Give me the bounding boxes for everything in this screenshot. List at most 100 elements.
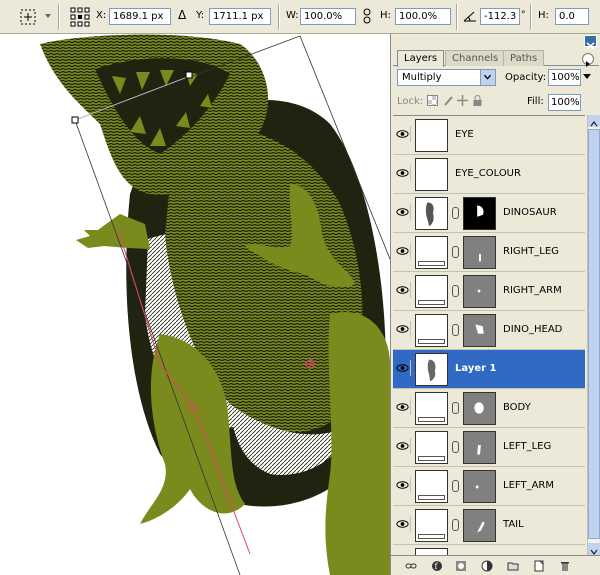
layer-name[interactable]: DINO_HEAD xyxy=(503,324,562,335)
layer-mask-thumbnail[interactable] xyxy=(463,197,496,230)
fill-field[interactable]: 100% xyxy=(548,94,581,111)
layer-list-scrollbar[interactable] xyxy=(587,115,600,555)
blend-mode-select[interactable]: Multiply xyxy=(397,69,496,86)
scroll-down-icon[interactable] xyxy=(588,543,600,555)
layer-row-partial[interactable] xyxy=(393,545,585,555)
visibility-eye-icon[interactable] xyxy=(395,516,411,532)
lock-transparency-icon[interactable] xyxy=(427,95,438,106)
visibility-eye-icon[interactable] xyxy=(395,165,411,181)
add-mask-icon[interactable] xyxy=(455,560,467,572)
link-icon[interactable] xyxy=(452,441,459,453)
link-icon[interactable] xyxy=(452,402,459,414)
layer-name[interactable]: Layer 1 xyxy=(455,363,496,374)
y-position-field[interactable]: 1711.1 px xyxy=(209,8,271,25)
visibility-eye-icon[interactable] xyxy=(395,399,411,415)
link-icon[interactable] xyxy=(452,519,459,531)
opacity-field[interactable]: 100% xyxy=(548,69,581,86)
x-position-field[interactable]: 1689.1 px xyxy=(109,8,171,25)
visibility-eye-icon[interactable] xyxy=(395,360,411,376)
link-icon[interactable] xyxy=(362,8,372,24)
layer-mask-thumbnail[interactable] xyxy=(463,470,496,503)
layer-style-icon[interactable]: f xyxy=(431,560,443,572)
delta-label[interactable]: Δ xyxy=(178,8,186,22)
visibility-eye-icon[interactable] xyxy=(395,438,411,454)
layer-row-eye-colour[interactable]: EYE_COLOUR xyxy=(393,155,585,194)
layer-thumbnail xyxy=(415,119,448,152)
skew-h-field[interactable]: 0.0 xyxy=(555,8,589,25)
visibility-eye-icon[interactable] xyxy=(395,126,411,142)
close-icon[interactable] xyxy=(584,35,597,50)
layer-name[interactable]: TAIL xyxy=(503,519,524,530)
layer-name[interactable]: RIGHT_ARM xyxy=(503,285,562,296)
y-label: Y: xyxy=(196,10,205,21)
layer-list: EYE EYE_COLOUR DINOSAUR RIGHT_LEG RIGHT_… xyxy=(393,115,585,555)
layer-mask-thumbnail[interactable] xyxy=(463,509,496,542)
opacity-label: Opacity: xyxy=(505,72,547,83)
chevron-down-icon[interactable] xyxy=(44,12,52,20)
panel-menu-icon[interactable] xyxy=(582,53,594,67)
layer-name[interactable]: EYE xyxy=(455,129,474,140)
reference-point-icon[interactable] xyxy=(70,7,90,27)
layer-row-left-leg[interactable]: LEFT_LEG xyxy=(393,428,585,467)
tab-layers[interactable]: Layers xyxy=(397,50,445,67)
opacity-dropdown-icon[interactable] xyxy=(583,74,591,79)
visibility-eye-icon[interactable] xyxy=(395,321,411,337)
width-scale-field[interactable]: 100.0% xyxy=(300,8,356,25)
layer-row-dinosaur[interactable]: DINOSAUR xyxy=(393,194,585,233)
tab-paths[interactable]: Paths xyxy=(503,50,545,66)
link-icon[interactable] xyxy=(452,324,459,336)
lock-all-icon[interactable] xyxy=(472,95,483,106)
link-icon[interactable] xyxy=(452,246,459,258)
trash-icon[interactable] xyxy=(559,560,571,572)
new-group-icon[interactable] xyxy=(507,560,519,572)
link-icon[interactable] xyxy=(452,480,459,492)
layer-name[interactable]: DINOSAUR xyxy=(503,207,557,218)
layer-thumbnail xyxy=(415,470,448,503)
layer-thumbnail xyxy=(415,509,448,542)
layer-mask-thumbnail[interactable] xyxy=(463,275,496,308)
layer-row-right-leg[interactable]: RIGHT_LEG xyxy=(393,233,585,272)
fill-label: Fill: xyxy=(527,96,544,107)
lock-label: Lock: xyxy=(397,96,424,107)
layer-row-layer-1[interactable]: Layer 1 xyxy=(393,350,585,389)
layer-row-tail[interactable]: TAIL xyxy=(393,506,585,545)
panel-titlebar[interactable] xyxy=(391,34,600,50)
layer-name[interactable]: LEFT_LEG xyxy=(503,441,551,452)
layer-mask-thumbnail[interactable] xyxy=(463,392,496,425)
visibility-eye-icon[interactable] xyxy=(395,282,411,298)
layer-row-right-arm[interactable]: RIGHT_ARM xyxy=(393,272,585,311)
tab-channels[interactable]: Channels xyxy=(445,50,506,66)
layer-row-left-arm[interactable]: LEFT_ARM xyxy=(393,467,585,506)
scrollbar-thumb[interactable] xyxy=(588,129,600,539)
move-tool-icon[interactable] xyxy=(18,7,38,27)
new-layer-icon[interactable] xyxy=(533,560,545,572)
document-canvas[interactable] xyxy=(0,34,390,575)
rotate-angle-icon[interactable] xyxy=(462,8,478,24)
chevron-down-icon[interactable] xyxy=(480,70,495,85)
visibility-eye-icon[interactable] xyxy=(395,243,411,259)
lock-move-icon[interactable] xyxy=(457,95,468,106)
layer-name[interactable]: BODY xyxy=(503,402,531,413)
link-layers-icon[interactable] xyxy=(405,560,417,572)
visibility-eye-icon[interactable] xyxy=(395,204,411,220)
layer-name[interactable]: LEFT_ARM xyxy=(503,480,554,491)
layer-row-dino-head[interactable]: DINO_HEAD xyxy=(393,311,585,350)
visibility-eye-icon[interactable] xyxy=(395,477,411,493)
adjustment-layer-icon[interactable] xyxy=(481,560,493,572)
dinosaur-artwork[interactable] xyxy=(0,34,390,575)
transform-options-bar: X: 1689.1 px Δ Y: 1711.1 px W: 100.0% H:… xyxy=(0,0,600,34)
layer-mask-thumbnail[interactable] xyxy=(463,431,496,464)
layer-row-body[interactable]: BODY xyxy=(393,389,585,428)
layer-mask-thumbnail[interactable] xyxy=(463,314,496,347)
link-icon[interactable] xyxy=(452,207,459,219)
layer-name[interactable]: RIGHT_LEG xyxy=(503,246,559,257)
divider xyxy=(58,4,60,30)
layer-row-eye[interactable]: EYE xyxy=(393,116,585,155)
link-icon[interactable] xyxy=(452,285,459,297)
lock-paint-brush-icon[interactable] xyxy=(443,95,454,106)
rotate-angle-field[interactable]: -112.3 xyxy=(480,8,520,25)
scroll-up-icon[interactable] xyxy=(588,115,600,127)
layer-name[interactable]: EYE_COLOUR xyxy=(455,168,521,179)
layer-mask-thumbnail[interactable] xyxy=(463,236,496,269)
height-scale-field[interactable]: 100.0% xyxy=(395,8,451,25)
